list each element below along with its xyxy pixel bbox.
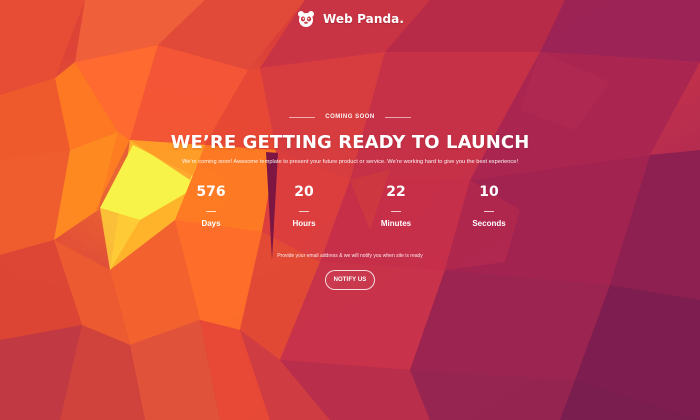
minutes-label: Minutes [380,219,412,228]
countdown-days: 576 Days [171,183,251,229]
coming-soon-row: COMING SOON [0,114,700,120]
right-divider [384,116,411,118]
countdown-minutes: 22 Minutes [356,183,436,229]
minutes-divider [391,211,401,212]
hours-value: 20 [294,184,314,200]
panda-icon [296,9,316,29]
brand: Web Panda. [0,9,700,29]
minutes-value: 22 [386,184,406,200]
seconds-label: Seconds [472,219,506,228]
countdown-hours: 20 Hours [264,183,344,229]
notify-text: Provide your email address & we will not… [277,253,423,259]
hero-description: We’re coming soon! Awesome template to p… [181,159,519,165]
launch-page: Web Panda. COMING SOON WE’RE GETTING REA… [0,0,700,420]
hours-divider [299,211,309,212]
days-value: 576 [196,184,226,200]
coming-soon-label: COMING SOON [325,114,375,120]
page-title: WE’RE GETTING READY TO LAUNCH [170,132,530,153]
notify-us-button[interactable]: NOTIFY US [325,270,375,290]
left-divider [289,116,316,118]
seconds-divider [484,211,494,212]
days-divider [206,211,216,212]
main-content: Web Panda. COMING SOON WE’RE GETTING REA… [0,0,700,420]
brand-name: Web Panda. [322,12,405,26]
countdown: 576 Days 20 Hours 22 Minutes 10 Seconds [0,183,700,235]
days-label: Days [201,219,221,228]
seconds-value: 10 [479,184,499,200]
countdown-seconds: 10 Seconds [449,183,529,229]
hours-label: Hours [292,219,316,228]
